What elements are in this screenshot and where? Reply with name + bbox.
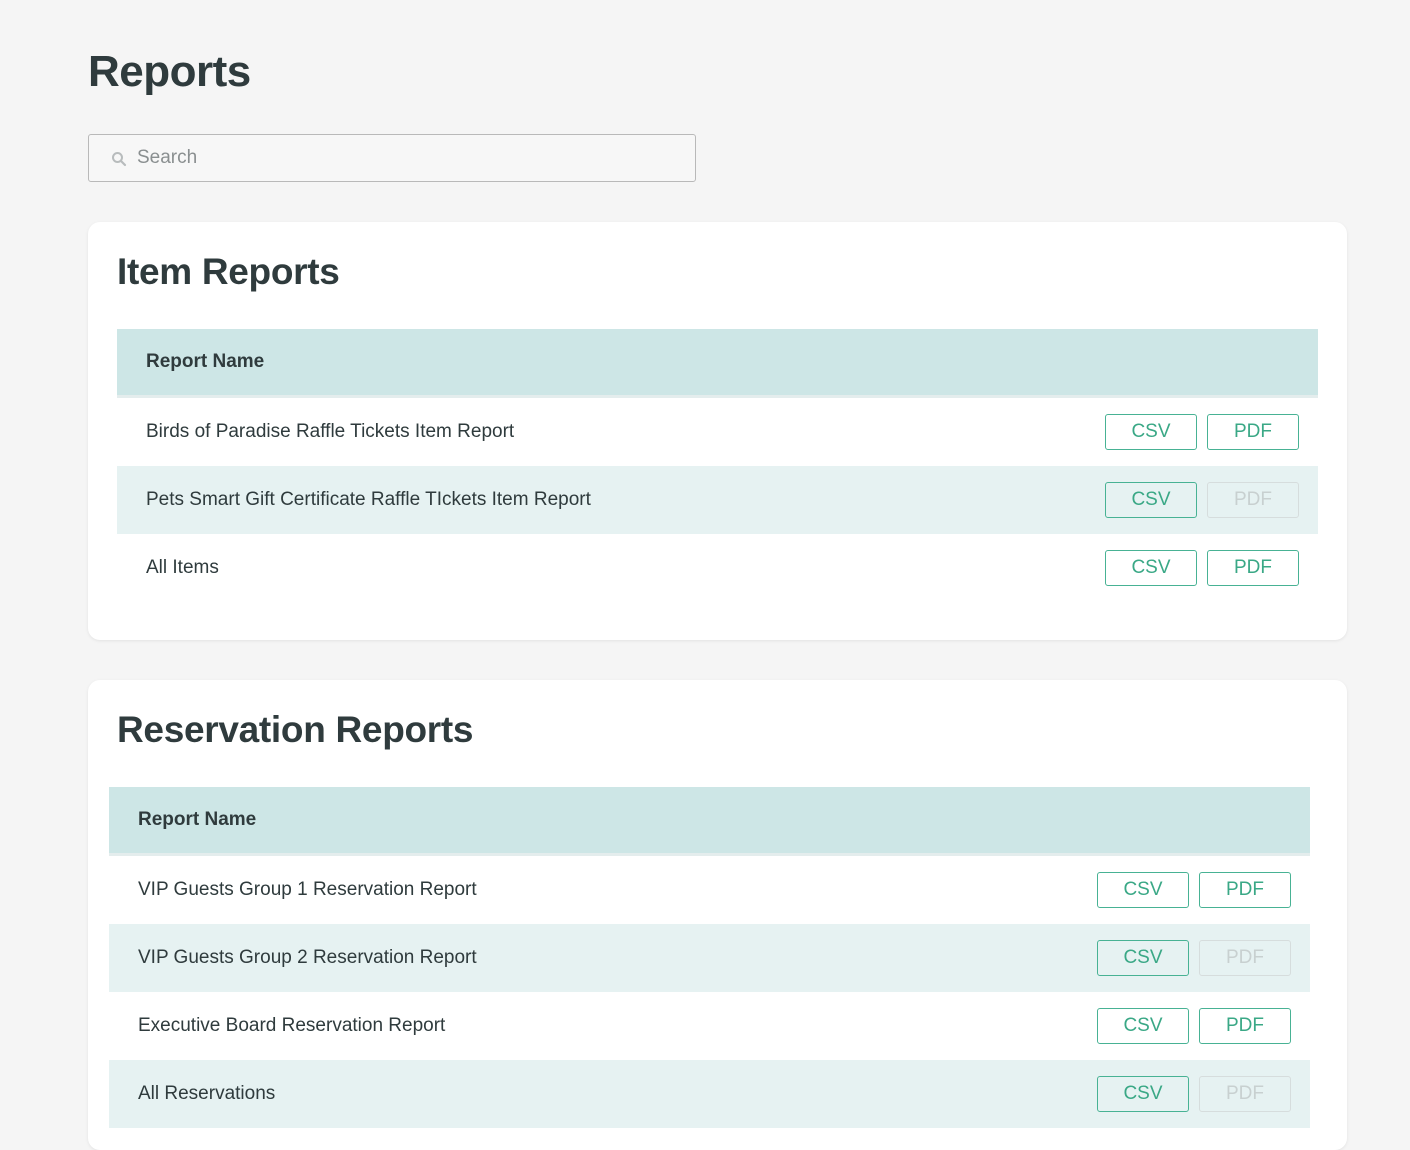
search-icon <box>111 151 127 167</box>
table-row: Executive Board Reservation Report CSV P… <box>109 992 1310 1060</box>
page-title: Reports <box>88 47 251 96</box>
report-name: All Items <box>146 557 219 578</box>
csv-button[interactable]: CSV <box>1105 550 1197 586</box>
pdf-button[interactable]: PDF <box>1207 550 1299 586</box>
pdf-button-disabled: PDF <box>1199 940 1291 976</box>
column-header-report-name: Report Name <box>146 351 265 372</box>
search-box[interactable] <box>88 134 696 182</box>
table-row: Birds of Paradise Raffle Tickets Item Re… <box>117 398 1318 466</box>
table-header: Report Name <box>117 329 1318 398</box>
table-row: All Reservations CSV PDF <box>109 1060 1310 1128</box>
table-row: All Items CSV PDF <box>117 534 1318 602</box>
table-row: VIP Guests Group 2 Reservation Report CS… <box>109 924 1310 992</box>
reservation-reports-card: Reservation Reports Report Name VIP Gues… <box>88 680 1347 1150</box>
section-title: Item Reports <box>117 251 340 292</box>
report-name: VIP Guests Group 1 Reservation Report <box>138 879 477 900</box>
section-title: Reservation Reports <box>117 709 474 750</box>
report-name: Birds of Paradise Raffle Tickets Item Re… <box>146 421 515 442</box>
report-name: Pets Smart Gift Certificate Raffle TIcke… <box>146 489 591 510</box>
pdf-button[interactable]: PDF <box>1199 872 1291 908</box>
csv-button[interactable]: CSV <box>1097 1008 1189 1044</box>
reservation-reports-table: Report Name VIP Guests Group 1 Reservati… <box>109 787 1310 1128</box>
pdf-button-disabled: PDF <box>1207 482 1299 518</box>
pdf-button[interactable]: PDF <box>1207 414 1299 450</box>
csv-button[interactable]: CSV <box>1097 872 1189 908</box>
item-reports-table: Report Name Birds of Paradise Raffle Tic… <box>117 329 1318 602</box>
csv-button[interactable]: CSV <box>1097 1076 1189 1112</box>
csv-button[interactable]: CSV <box>1097 940 1189 976</box>
report-name: VIP Guests Group 2 Reservation Report <box>138 947 477 968</box>
report-name: All Reservations <box>138 1083 276 1104</box>
column-header-report-name: Report Name <box>138 809 257 830</box>
csv-button[interactable]: CSV <box>1105 414 1197 450</box>
table-header: Report Name <box>109 787 1310 856</box>
csv-button[interactable]: CSV <box>1105 482 1197 518</box>
pdf-button[interactable]: PDF <box>1199 1008 1291 1044</box>
pdf-button-disabled: PDF <box>1199 1076 1291 1112</box>
report-name: Executive Board Reservation Report <box>138 1015 446 1036</box>
table-row: Pets Smart Gift Certificate Raffle TIcke… <box>117 466 1318 534</box>
item-reports-card: Item Reports Report Name Birds of Paradi… <box>88 222 1347 640</box>
table-row: VIP Guests Group 1 Reservation Report CS… <box>109 856 1310 924</box>
search-input[interactable] <box>137 135 677 181</box>
